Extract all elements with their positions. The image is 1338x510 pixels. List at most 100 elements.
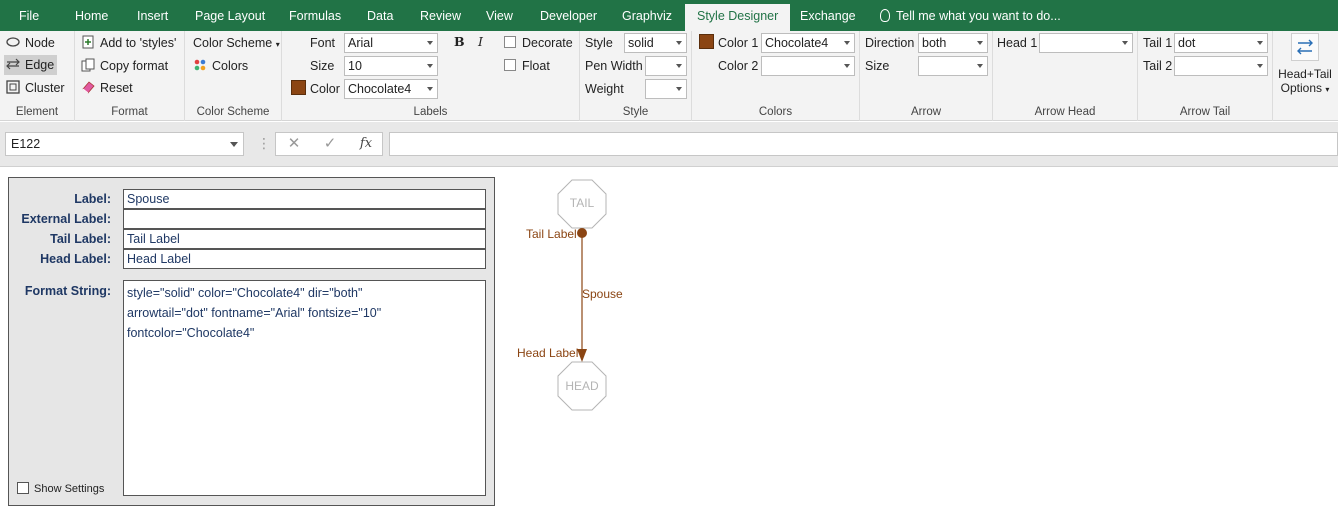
- formula-bar: E122 ⋮ ✕ ✓ fx: [0, 122, 1338, 167]
- group-label-format: Format: [111, 106, 148, 118]
- font-select[interactable]: Arial: [344, 33, 438, 53]
- palette-icon: [194, 59, 206, 71]
- tail1-select[interactable]: dot: [1174, 33, 1268, 53]
- chevron-down-icon: [844, 64, 850, 68]
- tail-node-text: TAIL: [570, 196, 595, 210]
- chevron-down-icon: [977, 41, 983, 45]
- show-settings-toggle[interactable]: Show Settings: [17, 482, 104, 495]
- add-doc-icon: [82, 35, 94, 49]
- reset-button[interactable]: Reset: [81, 78, 133, 98]
- cancel-icon[interactable]: ✕: [284, 136, 304, 152]
- show-settings-checkbox[interactable]: [17, 482, 29, 494]
- format-line: fontcolor="Chocolate4": [127, 326, 255, 340]
- name-box[interactable]: E122: [5, 132, 244, 156]
- copy-format-button[interactable]: Copy format: [81, 56, 168, 76]
- style-editor-panel: Label: Spouse External Label: Tail Label…: [8, 177, 495, 506]
- color1-swatch[interactable]: [699, 34, 714, 49]
- tab-insert[interactable]: Insert: [137, 0, 168, 31]
- label-field-label: Label:: [74, 192, 111, 206]
- color-scheme-label: Color Scheme: [193, 36, 273, 50]
- arrow-size-select[interactable]: [918, 56, 988, 76]
- edge-head-label: Head Label: [517, 346, 578, 360]
- direction-value: both: [922, 36, 947, 50]
- tab-view[interactable]: View: [486, 0, 513, 31]
- group-label-style: Style: [622, 106, 649, 118]
- group-labels: Font Arial Size 10 Color Chocolate4 B I …: [282, 31, 580, 121]
- font-size-label: Size: [310, 59, 335, 73]
- chevron-down-icon: ▾: [1325, 85, 1330, 94]
- edge-tail-label: Tail Label: [526, 227, 577, 241]
- label-field[interactable]: Spouse: [123, 189, 486, 209]
- tab-review[interactable]: Review: [420, 0, 461, 31]
- enter-icon[interactable]: ✓: [320, 136, 340, 152]
- head-tail-options-button[interactable]: Head+Tail Options ▾: [1274, 33, 1336, 103]
- format-string-field[interactable]: style="solid" color="Chocolate4" dir="bo…: [123, 280, 486, 496]
- tab-home[interactable]: Home: [75, 0, 108, 31]
- italic-button[interactable]: I: [478, 32, 483, 52]
- font-size-select[interactable]: 10: [344, 56, 438, 76]
- add-to-styles-button[interactable]: Add to 'styles': [81, 33, 176, 53]
- tell-me-box[interactable]: Tell me what you want to do...: [880, 0, 1061, 31]
- external-label-field[interactable]: [123, 209, 486, 229]
- tab-exchange[interactable]: Exchange: [800, 0, 856, 31]
- group-label-colors: Colors: [758, 106, 793, 118]
- tab-file[interactable]: File: [19, 0, 39, 31]
- decorate-checkbox[interactable]: [504, 36, 516, 48]
- font-color-select[interactable]: Chocolate4: [344, 79, 438, 99]
- tail-label-label: Tail Label:: [50, 232, 111, 246]
- style-value: solid: [628, 36, 654, 50]
- reset-label: Reset: [100, 81, 133, 95]
- chevron-down-icon: [676, 64, 682, 68]
- eraser-icon: [82, 81, 95, 94]
- group-format: Add to 'styles' Copy format Reset Format: [75, 31, 185, 121]
- show-settings-label: Show Settings: [34, 483, 105, 495]
- head-label-field[interactable]: Head Label: [123, 249, 486, 269]
- tail2-select[interactable]: [1174, 56, 1268, 76]
- add-to-styles-label: Add to 'styles': [100, 36, 177, 50]
- group-arrow: Direction both Size Arrow: [860, 31, 993, 121]
- chevron-down-icon: ▾: [275, 40, 280, 49]
- format-line: arrowtail="dot" fontname="Arial" fontsiz…: [127, 306, 382, 320]
- tail1-value: dot: [1178, 36, 1196, 50]
- tab-data[interactable]: Data: [367, 0, 393, 31]
- float-checkbox[interactable]: [504, 59, 516, 71]
- weight-select[interactable]: [645, 79, 687, 99]
- chevron-down-icon: [844, 41, 850, 45]
- group-element: Node Edge Cluster Element: [0, 31, 75, 121]
- color2-select[interactable]: [761, 56, 855, 76]
- tab-style-designer[interactable]: Style Designer: [685, 4, 791, 31]
- pen-width-select[interactable]: [645, 56, 687, 76]
- insert-function-icon[interactable]: fx: [356, 136, 376, 152]
- tab-developer[interactable]: Developer: [540, 0, 597, 31]
- cluster-label: Cluster: [25, 81, 65, 95]
- head1-select[interactable]: [1039, 33, 1133, 53]
- head1-label: Head 1: [997, 36, 1038, 50]
- color2-label: Color 2: [718, 59, 759, 73]
- name-box-value: E122: [11, 137, 41, 151]
- font-color-swatch[interactable]: [291, 80, 306, 95]
- cluster-button[interactable]: Cluster: [4, 78, 70, 98]
- tail2-label: Tail 2: [1143, 59, 1173, 73]
- direction-select[interactable]: both: [918, 33, 988, 53]
- group-label-arrow-tail: Arrow Tail: [1179, 106, 1231, 118]
- chevron-down-icon: [1257, 64, 1263, 68]
- group-colors: Color 1 Chocolate4 Color 2 Colors: [692, 31, 860, 121]
- font-color-label: Color: [310, 82, 340, 96]
- edge-button[interactable]: Edge: [4, 55, 57, 75]
- style-select[interactable]: solid: [624, 33, 687, 53]
- ribbon: Node Edge Cluster Element Add to 'styles…: [0, 31, 1338, 121]
- bold-button[interactable]: B: [454, 32, 465, 52]
- color1-select[interactable]: Chocolate4: [761, 33, 855, 53]
- node-button[interactable]: Node: [4, 33, 70, 53]
- formula-input[interactable]: [389, 132, 1338, 156]
- more-options-icon: ⋮: [257, 135, 271, 151]
- colors-button[interactable]: Colors: [193, 56, 248, 76]
- weight-label: Weight: [585, 82, 624, 96]
- tab-formulas[interactable]: Formulas: [289, 0, 341, 31]
- external-label-label: External Label:: [21, 212, 111, 226]
- group-arrow-head: Head 1 Arrow Head: [993, 31, 1138, 121]
- tab-page-layout[interactable]: Page Layout: [195, 0, 265, 31]
- tab-graphviz[interactable]: Graphviz: [622, 0, 672, 31]
- tail-label-field[interactable]: Tail Label: [123, 229, 486, 249]
- color-scheme-dropdown[interactable]: Color Scheme ▾: [193, 33, 280, 53]
